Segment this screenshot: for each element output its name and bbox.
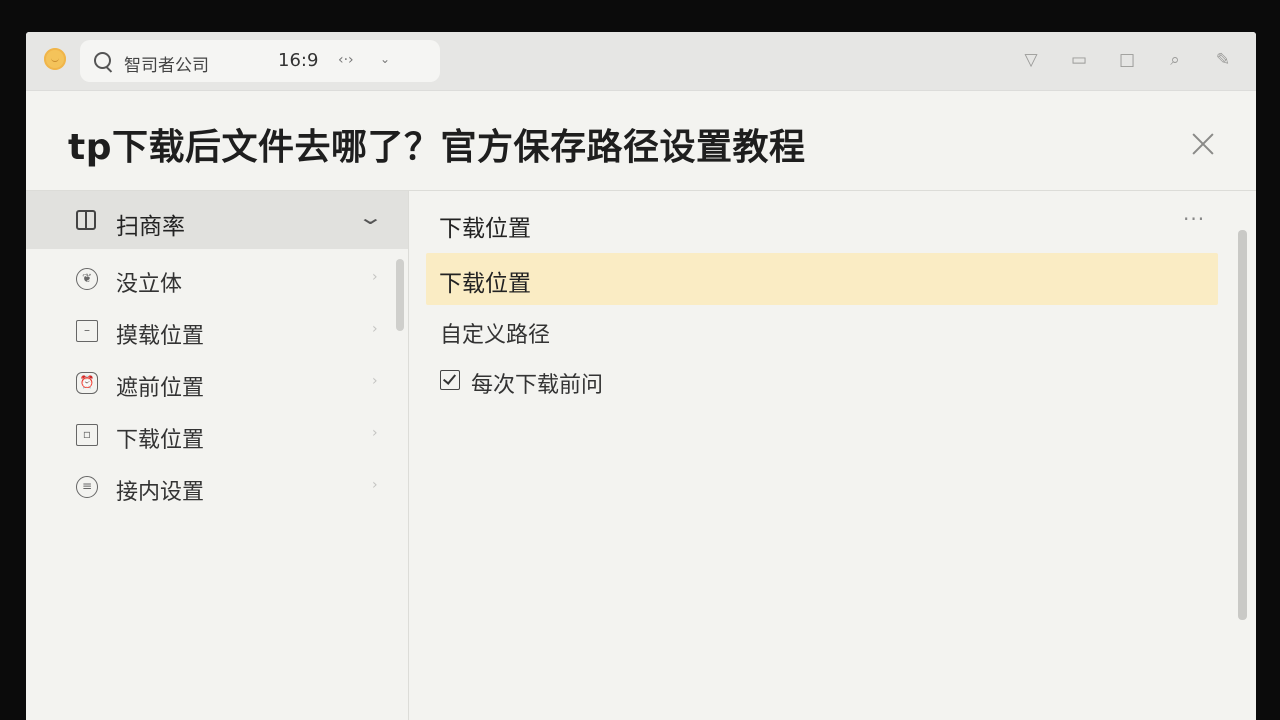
- close-icon[interactable]: [1191, 132, 1215, 156]
- search-input[interactable]: 智司者公司: [124, 51, 209, 76]
- section-header: 下载位置: [439, 216, 531, 242]
- chevron-right-icon: ›: [372, 373, 378, 389]
- chevron-down-icon[interactable]: ⌄: [357, 205, 384, 229]
- maximize-icon[interactable]: □: [1116, 50, 1138, 70]
- sidebar-item-label: 下载位置: [116, 428, 205, 453]
- custom-path-option[interactable]: 自定义路径: [440, 317, 550, 349]
- sidebar-header-label: 扫商率: [116, 214, 185, 240]
- square-box-icon: ▫: [76, 424, 98, 446]
- ask-each-time-label: 每次下载前问: [471, 373, 604, 398]
- main-scrollbar[interactable]: [1238, 230, 1247, 620]
- chevron-right-icon: ›: [372, 269, 378, 285]
- alarm-icon: ⏰: [76, 372, 98, 394]
- aspect-ratio-label[interactable]: 16:9: [278, 50, 318, 71]
- sidebar-item-4[interactable]: ▫ 下载位置 ›: [26, 411, 396, 461]
- chevron-right-icon: ›: [372, 477, 378, 493]
- checkbox-icon[interactable]: [440, 370, 460, 390]
- settings-panel: 下载位置 ··· 下载位置 自定义路径 每次下载前问: [409, 191, 1256, 720]
- sidebar-item-1[interactable]: ❦ 没立体 ›: [26, 255, 396, 305]
- list-circle-icon: ≡: [76, 476, 98, 498]
- leaf-icon: ❦: [76, 268, 98, 290]
- sidebar-header[interactable]: 扫商率 ⌄: [26, 191, 408, 249]
- sidebar-item-label: 遮前位置: [116, 376, 205, 401]
- chevron-right-icon: ›: [372, 425, 378, 441]
- selected-option-label: 下载位置: [439, 271, 531, 297]
- top-toolbar: 智司者公司 16:9 ‹·› ⌄ ▽ ▭ □ ⌕ ✎: [26, 32, 1256, 91]
- page-title: tp下载后文件去哪了？官方保存路径设置教程: [68, 127, 806, 168]
- window-controls: ▽ ▭ □ ⌕ ✎: [1020, 50, 1234, 70]
- broadcast-icon[interactable]: ‹·›: [338, 52, 354, 68]
- chevron-down-icon[interactable]: ⌄: [380, 52, 390, 66]
- sidebar-scrollbar[interactable]: [396, 259, 404, 331]
- more-options-icon[interactable]: ···: [1183, 207, 1205, 231]
- sidebar-item-label: 摸载位置: [116, 324, 205, 349]
- layout-icon: [76, 210, 96, 230]
- search-icon[interactable]: ⌕: [1164, 50, 1186, 70]
- sidebar-item-3[interactable]: ⏰ 遮前位置 ›: [26, 359, 396, 409]
- app-window: 智司者公司 16:9 ‹·› ⌄ ▽ ▭ □ ⌕ ✎ tp下载后文件去哪了？官方…: [26, 32, 1256, 720]
- dropdown-triangle-icon[interactable]: ▽: [1020, 50, 1042, 70]
- edit-icon[interactable]: ✎: [1212, 50, 1234, 70]
- selected-option-row[interactable]: 下载位置: [426, 253, 1218, 305]
- search-icon: [94, 52, 111, 69]
- minus-box-icon: –: [76, 320, 98, 342]
- sidebar-item-5[interactable]: ≡ 接内设置 ›: [26, 463, 396, 513]
- sidebar-item-label: 接内设置: [116, 480, 205, 505]
- sidebar-item-label: 没立体: [116, 272, 183, 297]
- sidebar: 扫商率 ⌄ ❦ 没立体 › – 摸载位置 › ⏰ 遮前位置 › ▫ 下载位置 ›…: [26, 191, 408, 720]
- sidebar-item-2[interactable]: – 摸载位置 ›: [26, 307, 396, 357]
- minimize-icon[interactable]: ▭: [1068, 50, 1090, 70]
- search-bar[interactable]: 智司者公司 16:9 ‹·› ⌄: [80, 40, 440, 82]
- chevron-right-icon: ›: [372, 321, 378, 337]
- app-logo-icon[interactable]: [44, 48, 66, 70]
